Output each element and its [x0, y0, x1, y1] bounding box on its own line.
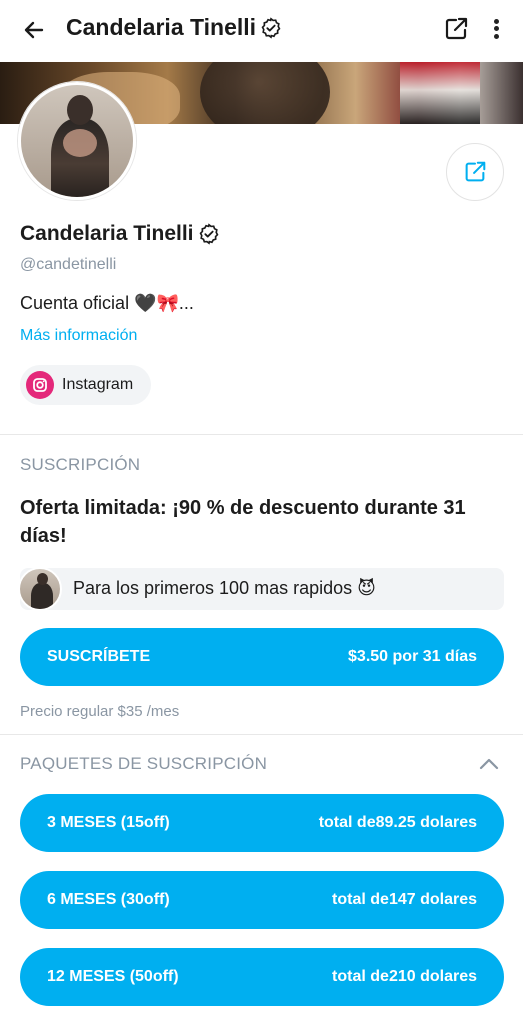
promo-message: Para los primeros 100 mas rapidos 😈: [18, 567, 504, 611]
arrow-left-icon: [24, 21, 44, 39]
collapse-bundles-button[interactable]: [478, 754, 500, 774]
profile-name-text: Candelaria Tinelli: [20, 222, 194, 245]
back-button[interactable]: [20, 16, 48, 44]
more-info-link[interactable]: Más información: [20, 327, 137, 345]
header-title-text: Candelaria Tinelli: [66, 14, 257, 40]
avatar-figure: [63, 129, 97, 157]
share-icon: [465, 161, 486, 182]
more-dot: [493, 26, 499, 32]
subscribe-label: SUSCRÍBETE: [47, 648, 151, 665]
avatar-figure: [67, 95, 93, 125]
bundle-label: 3 MESES (15off): [47, 814, 170, 831]
divider: [0, 734, 523, 735]
regular-price: Precio regular $35 /mes: [20, 703, 180, 720]
subscription-section-title: SUSCRIPCIÓN: [20, 455, 141, 474]
avatar-figure: [37, 573, 48, 585]
profile-share-button[interactable]: [446, 143, 504, 201]
bundle-total: total de210 dolares: [332, 968, 477, 985]
subscribe-price: $3.50 por 31 días: [348, 648, 477, 665]
cover-shape: [400, 62, 480, 124]
bundle-button-6-months[interactable]: 6 MESES (30off) total de147 dolares: [20, 871, 504, 929]
profile-name: Candelaria Tinelli: [20, 222, 220, 246]
bundle-label: 6 MESES (30off): [47, 891, 170, 908]
promo-text: Para los primeros 100 mas rapidos 😈: [73, 578, 376, 598]
instagram-icon: [26, 371, 54, 399]
more-dot: [493, 33, 499, 39]
share-button[interactable]: [442, 15, 470, 43]
more-vertical-icon: [493, 19, 499, 25]
verified-badge-icon: [261, 16, 281, 39]
bundle-total: total de147 dolares: [332, 891, 477, 908]
promo-avatar: [18, 567, 62, 611]
share-icon: [445, 17, 468, 40]
chevron-up-icon: [479, 758, 499, 770]
bundles-section-title: PAQUETES DE SUSCRIPCIÓN: [20, 754, 268, 773]
header-title: Candelaria Tinelli: [66, 14, 282, 41]
top-app-bar: Candelaria Tinelli: [0, 0, 523, 60]
more-options-button[interactable]: [486, 15, 506, 43]
instagram-link[interactable]: Instagram: [20, 365, 152, 405]
profile-avatar[interactable]: [18, 82, 136, 200]
instagram-label: Instagram: [62, 376, 134, 393]
bundle-button-12-months[interactable]: 12 MESES (50off) total de210 dolares: [20, 948, 504, 1006]
profile-bio: Cuenta oficial 🖤🎀...: [20, 293, 194, 313]
bundle-button-3-months[interactable]: 3 MESES (15off) total de89.25 dolares: [20, 794, 504, 852]
offer-title: Oferta limitada: ¡90 % de descuento dura…: [20, 497, 466, 547]
profile-handle: @candetinelli: [20, 256, 117, 273]
bundle-label: 12 MESES (50off): [47, 968, 179, 985]
avatar-figure: [31, 583, 53, 609]
bundle-total: total de89.25 dolares: [318, 814, 477, 831]
cover-shape: [200, 62, 330, 124]
subscribe-button[interactable]: SUSCRÍBETE $3.50 por 31 días: [20, 628, 504, 686]
divider: [0, 434, 523, 435]
verified-badge-icon: [199, 223, 218, 245]
